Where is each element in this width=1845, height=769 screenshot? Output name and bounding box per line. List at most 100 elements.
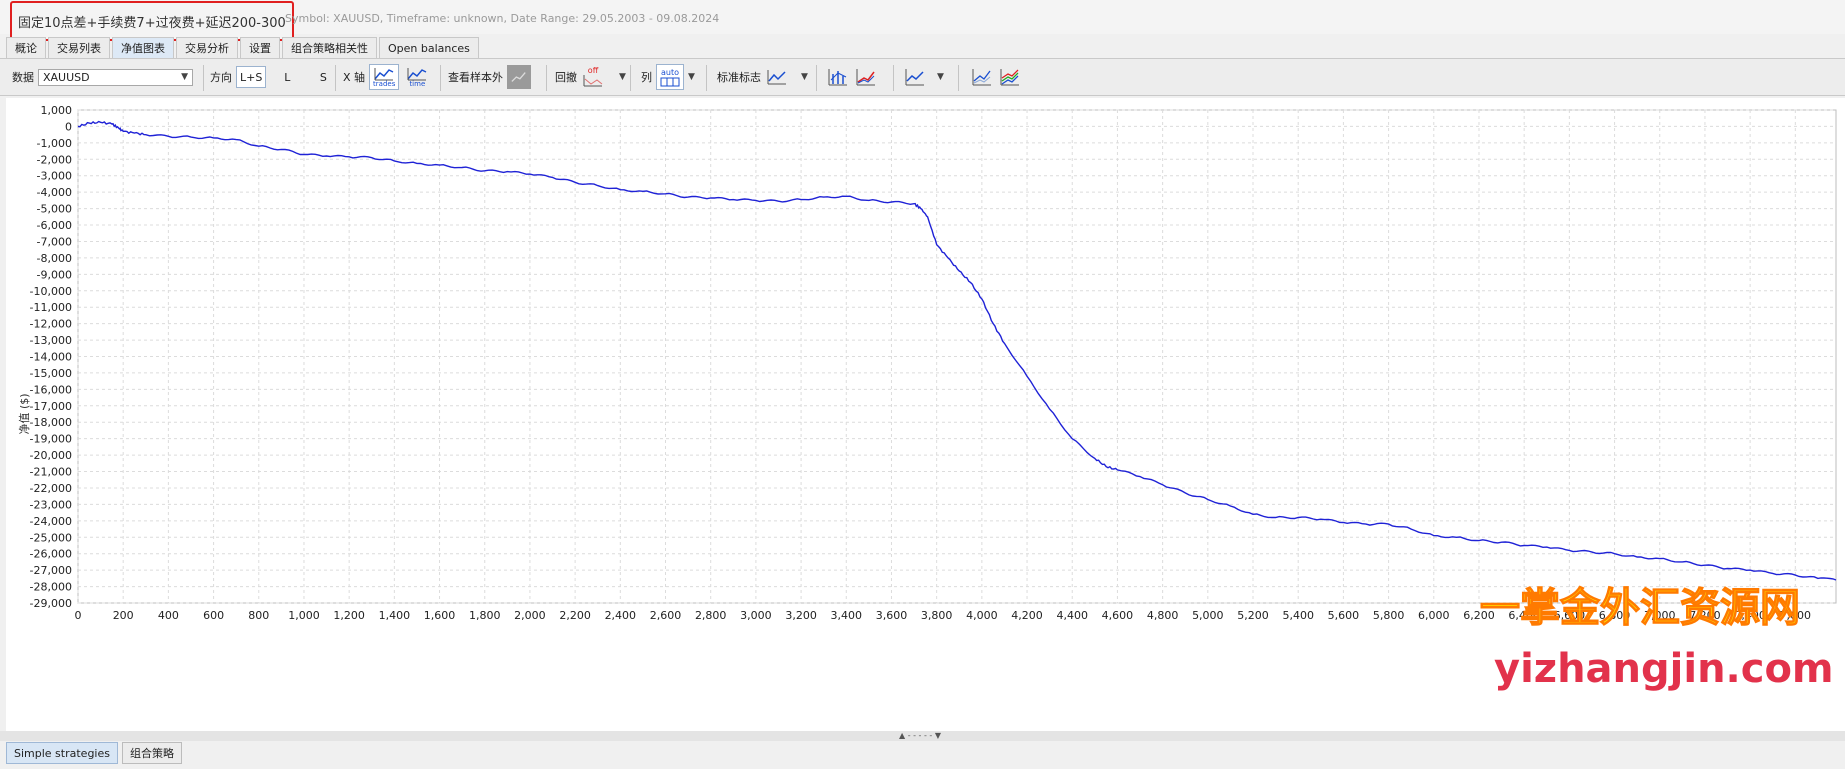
y-tick-label: -27,000 (30, 564, 72, 577)
watermark: 一掌金外汇资源网 yizhangjin.com (1479, 584, 1833, 692)
x-tick-label: 3,600 (876, 609, 908, 622)
x-tick-label: 1,200 (333, 609, 365, 622)
chevron-down-icon[interactable]: ▼ (937, 72, 944, 82)
x-tick-label: 400 (158, 609, 179, 622)
columns-label: 列 (641, 71, 652, 84)
direction-l-button[interactable]: L (276, 66, 298, 88)
tab-open-balances[interactable]: Open balances (379, 37, 479, 58)
toolbar-separator (546, 65, 547, 91)
bottom-tabs: Simple strategies 组合策略 (6, 742, 182, 764)
toolbar-separator (816, 65, 817, 91)
x-tick-label: 600 (203, 609, 224, 622)
data-label: 数据 (12, 71, 34, 84)
toolbar-separator (958, 65, 959, 91)
drawdown-icon (583, 75, 603, 87)
chevron-down-icon[interactable]: ▼ (801, 72, 808, 82)
chart-type-group-2: ▼ (903, 59, 944, 95)
tab-overview[interactable]: 概论 (6, 37, 46, 58)
y-tick-label: -1,000 (37, 137, 72, 150)
x-tick-label: 6,000 (1418, 609, 1450, 622)
toolbar-separator (630, 65, 631, 91)
equity-chart-svg: 1,000 0 -1,000 -2,000 -3,000 -4,000 -5,000 -6,0… (17, 104, 1837, 692)
y-tick-label: -7,000 (37, 235, 72, 248)
multi-line-chart-icon[interactable] (970, 66, 994, 88)
xaxis-trades-label: trades (373, 79, 396, 88)
red-line-chart-icon[interactable] (854, 66, 878, 88)
drawdown-toggle[interactable]: off (581, 67, 605, 87)
x-tick-label: 4,600 (1102, 609, 1134, 622)
line-chart-icon (511, 72, 526, 82)
benchmark-button[interactable] (765, 66, 789, 88)
columns-state: auto (660, 67, 679, 77)
chart-toolbar: 数据 XAUUSD ▼ 方向 L+S L S X 轴 trades time 查… (0, 58, 1845, 96)
divider-handle[interactable]: ▲ - - - - - ▼ (899, 731, 941, 740)
y-tick-label: -20,000 (30, 449, 72, 462)
y-tick-label: -5,000 (37, 203, 72, 216)
y-tick-label: -15,000 (30, 367, 72, 380)
y-tick-label: -12,000 (30, 318, 72, 331)
x-tick-label: 5,800 (1373, 609, 1405, 622)
x-tick-label: 2,200 (559, 609, 591, 622)
x-tick-label: 200 (113, 609, 134, 622)
oos-label: 查看样本外 (448, 71, 503, 84)
line-chart-icon[interactable] (903, 66, 927, 88)
tab-trade-list[interactable]: 交易列表 (48, 37, 110, 58)
columns-toggle[interactable]: auto (656, 64, 684, 90)
y-tick-label: -13,000 (30, 334, 72, 347)
x-tick-label: 2,400 (605, 609, 637, 622)
y-tick-label: -6,000 (37, 219, 72, 232)
x-tick-label: 2,000 (514, 609, 546, 622)
y-axis-label: 净值 ($) (17, 393, 31, 434)
toolbar-separator (203, 65, 204, 91)
y-tick-label: 1,000 (41, 104, 73, 117)
equity-chart[interactable]: 1,000 0 -1,000 -2,000 -3,000 -4,000 -5,000 -6,0… (6, 98, 1845, 731)
chevron-down-icon[interactable]: ▼ (688, 72, 695, 82)
y-tick-label: -29,000 (30, 597, 72, 610)
y-tick-label: -23,000 (30, 498, 72, 511)
line-chart-icon (374, 67, 394, 80)
x-tick-label: 2,800 (695, 609, 727, 622)
chart-type-group-1 (826, 59, 878, 95)
x-tick-label: 0 (75, 609, 82, 622)
tab-portfolio-strategies[interactable]: 组合策略 (121, 742, 182, 764)
x-tick-label: 1,000 (288, 609, 320, 622)
tab-simple-strategies[interactable]: Simple strategies (6, 742, 118, 764)
benchmark-label: 标准标志 (717, 71, 761, 84)
y-tick-label: -16,000 (30, 383, 72, 396)
y-tick-label: -28,000 (30, 581, 72, 594)
chevron-down-icon[interactable]: ▼ (619, 72, 626, 82)
y-tick-label: -14,000 (30, 351, 72, 364)
title-bar: 固定10点差+手续费7+过夜费+延迟200-300 Symbol: XAUUSD… (0, 0, 1845, 41)
direction-s-button[interactable]: S (312, 66, 334, 88)
tab-settings[interactable]: 设置 (240, 37, 280, 58)
x-tick-label: 5,600 (1328, 609, 1360, 622)
tab-correlation[interactable]: 组合策略相关性 (282, 37, 377, 58)
tab-equity-chart[interactable]: 净值图表 (112, 37, 174, 58)
toolbar-separator (893, 65, 894, 91)
y-tick-label: -25,000 (30, 531, 72, 544)
y-tick-label: -24,000 (30, 515, 72, 528)
y-tick-label: -21,000 (30, 466, 72, 479)
oos-toggle[interactable] (507, 65, 531, 89)
portfolio-chart-icon[interactable] (998, 66, 1022, 88)
toolbar-separator (440, 65, 441, 91)
tab-trade-analysis[interactable]: 交易分析 (176, 37, 238, 58)
x-tick-label: 4,400 (1056, 609, 1088, 622)
y-tick-label: -9,000 (37, 268, 72, 281)
xaxis-trades-button[interactable]: trades (369, 64, 400, 90)
direction-group: 方向 L+S L S (210, 59, 334, 95)
xaxis-time-button[interactable]: time (403, 64, 431, 90)
data-select[interactable]: XAUUSD ▼ (38, 68, 193, 86)
direction-ls-button[interactable]: L+S (236, 66, 267, 88)
watermark-line-1: 一掌金外汇资源网 (1480, 585, 1800, 631)
y-tick-label: 0 (65, 120, 72, 133)
y-tick-label: -26,000 (30, 548, 72, 561)
xaxis-label: X 轴 (343, 71, 366, 84)
line-chart-icon (407, 67, 427, 80)
drawdown-group: 回撤 off ▼ (555, 59, 626, 95)
drawdown-label: 回撤 (555, 71, 577, 84)
benchmark-group: 标准标志 ▼ (717, 59, 808, 95)
chart-type-group-3 (970, 59, 1022, 95)
line-chart-icon (767, 70, 786, 85)
bar-chart-icon[interactable] (826, 66, 850, 88)
